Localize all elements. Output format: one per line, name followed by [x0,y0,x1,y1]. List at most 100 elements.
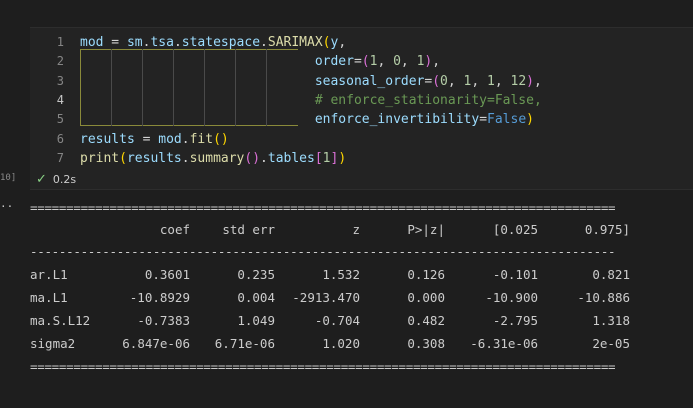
table-row-cell: 6.71e-06 [214,336,275,351]
code-token: 0 [393,54,401,70]
table-row-label: sigma2 [30,336,76,351]
table-row-cell: -0.101 [492,267,538,282]
code-token: order [314,54,354,70]
table-row-label: ma.L1 [30,290,68,305]
table-rule-top: ========================================… [30,200,616,215]
code-token: 1 [322,150,331,166]
code-cell[interactable]: 12 3 4 5 6 7 mod = sm.tsa.statespace.SARIMAX(… [30,27,693,190]
header-cell: P>|z| [407,222,445,237]
code-line[interactable]: enforce_invertibility=False) [80,110,534,129]
code-token: , [471,73,488,89]
execution-duration: 0.2s [52,173,77,186]
table-row-cell: 1.049 [237,313,275,328]
table-row-cell: -10.8929 [129,290,190,305]
table-rule-header: ----------------------------------------… [30,244,616,259]
table-row: ma.S.L12 -0.7383 1.049 -0.704 0.482 -2.795 1.3… [30,309,632,332]
code-line[interactable]: seasonal_order=(0, 1, 1, 12), [80,72,542,91]
code-token: summary [189,150,245,166]
table-row-cell: 0.000 [407,290,445,305]
code-token: = [353,54,362,70]
code-token: mod [158,131,182,147]
code-token: seasonal_order [314,73,425,89]
execution-count: 10] [0,173,17,183]
header-cell: coef [159,222,190,237]
line-number: 4 [56,92,64,107]
cell-status: ✓ 0.2s [36,172,76,187]
table-row-cell: -0.704 [314,313,360,328]
code-token: , [533,73,542,89]
line-number: 7 [56,150,64,165]
code-token: ( [361,54,370,70]
code-token: enforce_invertibility [314,112,480,128]
table-row-cell: 0.004 [237,290,275,305]
header-cell: [0.025 [492,222,538,237]
code-token: SARIMAX [267,35,323,50]
table-row-cell: 0.308 [407,336,445,351]
code-token: , [447,73,464,89]
code-token: . [173,35,182,50]
table-row-cell: 1.532 [322,267,360,282]
code-token: 0 [440,73,448,89]
table-row-label: ma.S.L12 [30,313,91,328]
table-row-cell: 1.020 [322,336,360,351]
code-line[interactable]: # enforce_stationarity=False, [80,91,542,110]
code-line[interactable]: mod = sm.tsa.statespace.SARIMAX(y, [80,33,346,52]
code-token: 12 [510,73,527,89]
code-token: , [338,35,347,50]
code-token: ) [526,73,534,89]
code-token: 1 [487,73,495,89]
code-token: . [260,150,268,166]
code-token: results [80,131,135,147]
table-row-cell: 0.482 [407,313,445,328]
code-token: fit [189,131,214,147]
line-number: 1 [56,35,64,49]
line-number: 3 [56,73,64,88]
code-token: . [260,35,268,50]
line-number: 5 [56,112,64,127]
code-token: () [213,131,229,147]
table-row-cell: 6.847e-06 [122,336,190,351]
code-token: , [377,54,394,70]
code-token: statespace [181,35,261,50]
code-token: ( [322,35,331,50]
code-token: results [126,150,182,166]
code-token: = [134,131,159,147]
code-line[interactable]: print(results.summary().tables[1]) [80,149,346,168]
header-cell: z [352,222,360,237]
table-row-cell: -6.31e-06 [470,336,538,351]
code-token: ) [526,112,534,128]
line-number: 6 [56,131,64,146]
table-rule-bottom: ========================================… [30,359,616,374]
table-row-cell: -0.7383 [137,313,190,328]
code-token: . [181,150,190,166]
table-row-label: ar.L1 [30,267,68,282]
code-token: () [244,150,261,166]
table-row-cell: -10.886 [577,290,630,305]
code-token: ) [338,150,347,166]
code-token: ( [432,73,441,89]
check-icon: ✓ [36,172,47,187]
table-row: ar.L1 0.3601 0.235 1.532 0.126 -0.101 0.821 [30,263,632,286]
code-line[interactable]: order=(1, 0, 1), [80,52,440,71]
output-collapse-marker[interactable]: .. [0,197,13,210]
code-token: = [103,35,127,50]
table-row: ma.L1 -10.8929 0.004 -2913.470 0.000 -10.900 -… [30,286,632,309]
table-row-cell: 1.318 [592,313,630,328]
code-token: print [80,150,120,166]
code-token: , [432,54,441,70]
code-token: # enforce_stationarity=False, [314,92,542,108]
code-token: sm [126,35,143,50]
code-token: = [479,112,488,128]
code-token: , [494,73,511,89]
code-line[interactable]: results = mod.fit() [80,130,229,149]
table-row-cell: -2.795 [492,313,538,328]
code-token: , [400,54,417,70]
code-token: ( [119,150,127,166]
table-row-cell: 2e-05 [592,336,630,351]
code-token: False [487,112,527,128]
table-row-cell: 0.3601 [144,267,190,282]
